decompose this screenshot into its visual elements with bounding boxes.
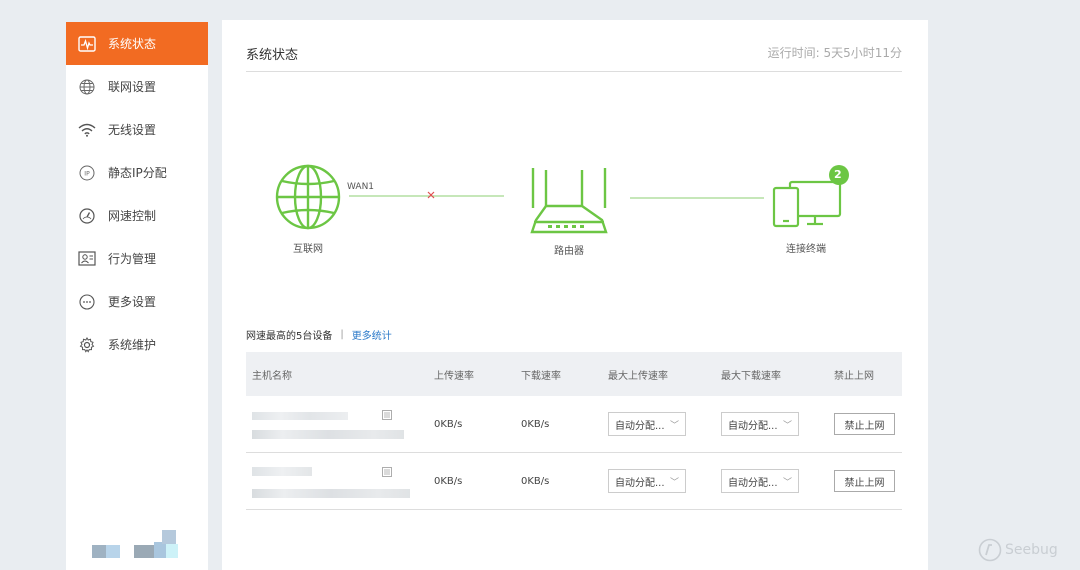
main-header: 系统状态 运行时间: 5天5小时11分	[246, 44, 902, 72]
edit-icon[interactable]	[382, 467, 392, 477]
sidebar-item-label: 行为管理	[108, 252, 157, 266]
blurred-hostname	[252, 412, 348, 420]
sidebar: 系统状态 联网设置 无线设置 IP 静态IP分配 网速控制 行为管理 更多设置	[66, 22, 208, 570]
max-upload-select[interactable]: 自动分配... ﹀	[608, 412, 686, 436]
sidebar-item-more-settings[interactable]: 更多设置	[66, 280, 208, 323]
upload-rate: 0KB/s	[434, 475, 463, 487]
ban-cell: 禁止上网	[834, 413, 902, 435]
uptime-text: 运行时间: 5天5小时11分	[767, 46, 902, 60]
download-rate: 0KB/s	[521, 475, 550, 487]
sidebar-item-label: 联网设置	[108, 80, 157, 94]
more-stats-link[interactable]: 更多统计	[352, 327, 392, 342]
select-value: 自动分配...	[615, 420, 665, 432]
clients-label: 连接终端	[786, 244, 826, 255]
page-title: 系统状态	[246, 48, 299, 63]
topology-diagram	[275, 164, 849, 234]
connected-devices-icon[interactable]	[772, 180, 842, 228]
blurred-mac	[252, 489, 410, 498]
network-topology: WAN1 2 互联网 路由器 连接终端	[222, 140, 928, 290]
wan-label: WAN1	[347, 182, 375, 192]
sidebar-item-label: 更多设置	[108, 295, 157, 309]
download-rate: 0KB/s	[521, 418, 550, 430]
speedometer-icon	[78, 207, 96, 225]
col-ban: 禁止上网	[834, 370, 874, 382]
max-upload-cell: 自动分配... ﹀	[608, 412, 721, 436]
title-separator: |	[340, 329, 344, 340]
seebug-watermark: Seebug	[978, 538, 1058, 562]
table-header: 主机名称 上传速率 下载速率 最大上传速率 最大下载速率 禁止上网	[246, 352, 902, 396]
more-dots-icon	[78, 293, 96, 311]
select-value: 自动分配...	[728, 477, 778, 489]
ban-cell: 禁止上网	[834, 470, 902, 492]
chevron-down-icon: ﹀	[782, 420, 792, 431]
max-download-cell: 自动分配... ﹀	[721, 412, 834, 436]
sidebar-item-network-settings[interactable]: 联网设置	[66, 65, 208, 108]
sidebar-item-label: 静态IP分配	[108, 166, 167, 180]
sidebar-item-label: 网速控制	[108, 209, 157, 223]
blurred-hostname	[252, 467, 312, 476]
col-hostname: 主机名称	[252, 370, 292, 382]
internet-globe-icon[interactable]	[275, 164, 341, 230]
sidebar-item-label: 系统维护	[108, 338, 157, 352]
globe-icon	[78, 78, 96, 96]
router-label: 路由器	[554, 246, 584, 257]
select-value: 自动分配...	[615, 477, 665, 489]
sidebar-item-system-maintenance[interactable]: 系统维护	[66, 323, 208, 366]
pulse-icon	[78, 35, 96, 53]
svg-text:IP: IP	[84, 170, 90, 177]
router-icon[interactable]	[530, 168, 608, 234]
max-upload-select[interactable]: 自动分配... ﹀	[608, 469, 686, 493]
col-max-upload: 最大上传速率	[608, 370, 668, 382]
table-row: 0KB/s 0KB/s 自动分配... ﹀ 自动分配... ﹀ 禁止上网	[246, 453, 902, 510]
top-devices-title: 网速最高的5台设备	[246, 331, 333, 342]
blurred-logo	[92, 530, 182, 560]
disconnected-x-icon	[427, 191, 435, 199]
max-upload-cell: 自动分配... ﹀	[608, 469, 721, 493]
max-download-select[interactable]: 自动分配... ﹀	[721, 469, 799, 493]
devices-table: 主机名称 上传速率 下载速率 最大上传速率 最大下载速率 禁止上网 0KB/s …	[246, 352, 902, 510]
col-max-download: 最大下载速率	[721, 370, 781, 382]
ban-internet-button[interactable]: 禁止上网	[834, 470, 895, 492]
wifi-icon	[78, 121, 96, 139]
table-row: 0KB/s 0KB/s 自动分配... ﹀ 自动分配... ﹀ 禁止上网	[246, 396, 902, 453]
hostname-cell	[246, 396, 434, 452]
select-value: 自动分配...	[728, 420, 778, 432]
sidebar-item-label: 系统状态	[108, 37, 157, 51]
ip-icon: IP	[78, 164, 96, 182]
sidebar-item-behavior-management[interactable]: 行为管理	[66, 237, 208, 280]
client-count: 2	[834, 168, 842, 181]
chevron-down-icon: ﹀	[782, 477, 792, 488]
seebug-logo-icon	[978, 538, 1002, 562]
sidebar-item-system-status[interactable]: 系统状态	[66, 22, 208, 65]
blurred-mac	[252, 430, 404, 439]
watermark-text: Seebug	[1005, 542, 1058, 558]
main-panel: 系统状态 运行时间: 5天5小时11分 WAN1 2 互联网 路由器 连接终端 …	[222, 20, 928, 570]
max-download-cell: 自动分配... ﹀	[721, 469, 834, 493]
gear-icon	[78, 336, 96, 354]
sidebar-item-wireless-settings[interactable]: 无线设置	[66, 108, 208, 151]
sidebar-item-static-ip[interactable]: IP 静态IP分配	[66, 151, 208, 194]
sidebar-item-speed-control[interactable]: 网速控制	[66, 194, 208, 237]
chevron-down-icon: ﹀	[669, 477, 679, 488]
upload-rate: 0KB/s	[434, 418, 463, 430]
user-card-icon	[78, 250, 96, 268]
chevron-down-icon: ﹀	[669, 420, 679, 431]
max-download-select[interactable]: 自动分配... ﹀	[721, 412, 799, 436]
top-devices-header: 网速最高的5台设备 | 更多统计	[246, 327, 392, 342]
ban-internet-button[interactable]: 禁止上网	[834, 413, 895, 435]
sidebar-item-label: 无线设置	[108, 123, 157, 137]
col-upload: 上传速率	[434, 370, 474, 382]
internet-label: 互联网	[293, 244, 323, 255]
hostname-cell	[246, 453, 434, 509]
col-download: 下载速率	[521, 370, 561, 382]
edit-icon[interactable]	[382, 410, 392, 420]
